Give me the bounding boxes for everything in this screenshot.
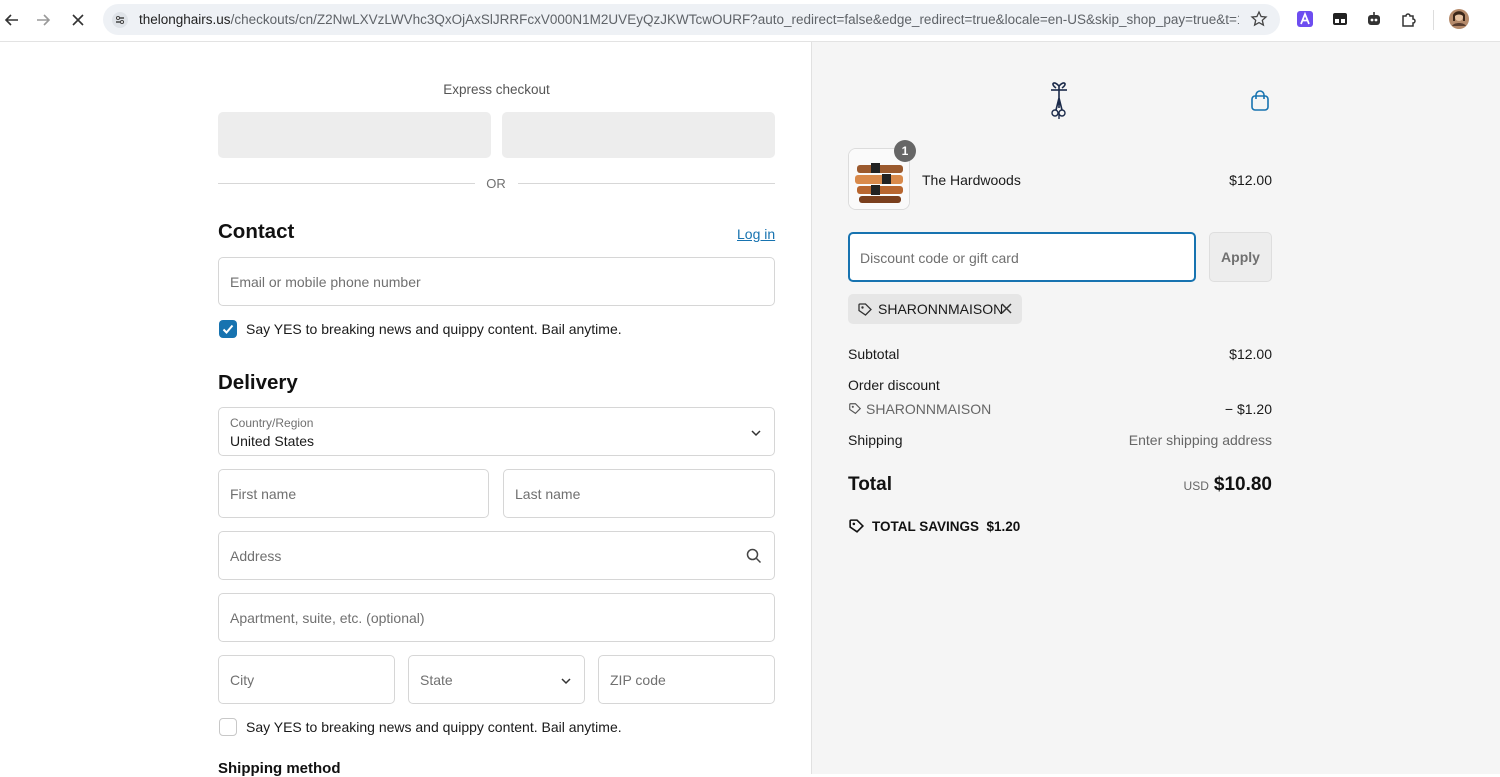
product-price: $12.00	[1229, 172, 1272, 188]
shopping-bag-icon[interactable]	[1250, 90, 1270, 117]
forward-icon[interactable]	[31, 8, 55, 32]
savings-label: TOTAL SAVINGS	[872, 519, 980, 534]
total-value: $10.80	[1213, 474, 1272, 495]
checkout-form-column: Express checkout OR Contact Log in Email…	[0, 42, 811, 777]
profile-avatar[interactable]	[1449, 9, 1469, 29]
applied-discount-chip: SHARONNMAISON	[848, 294, 1022, 324]
apartment-placeholder: Apartment, suite, etc. (optional)	[230, 610, 425, 626]
discount-code-input[interactable]: Discount code or gift card	[848, 232, 1196, 282]
country-select[interactable]: Country/Region United States	[218, 407, 775, 456]
newsletter-checkbox[interactable]	[219, 320, 237, 338]
stop-loading-icon[interactable]	[66, 8, 90, 32]
total-currency: USD	[1183, 479, 1209, 493]
applied-discount-code: SHARONNMAISON	[878, 301, 1004, 317]
address-bar[interactable]: thelonghairs.us/checkouts/cn/Z2NwLXVzLWV…	[103, 4, 1280, 35]
extension-card-icon[interactable]	[1330, 9, 1350, 29]
remove-discount-icon[interactable]	[1000, 302, 1013, 320]
savings-tag-icon	[848, 518, 865, 538]
first-name-field[interactable]: First name	[218, 469, 489, 518]
state-select[interactable]: State	[408, 655, 585, 704]
browser-toolbar: thelonghairs.us/checkouts/cn/Z2NwLXVzLWV…	[0, 0, 1500, 42]
chevron-down-icon	[560, 674, 572, 692]
or-divider-label: OR	[486, 176, 506, 191]
order-summary-column: 1 The Hardwoods $12.00 Discount code or …	[811, 42, 1500, 774]
city-placeholder: City	[230, 672, 255, 688]
express-checkout-title: Express checkout	[443, 82, 550, 97]
shipping-value: Enter shipping address	[1128, 432, 1272, 448]
product-name: The Hardwoods	[922, 172, 1021, 188]
login-link[interactable]: Log in	[737, 226, 775, 242]
contact-heading: Contact	[218, 220, 295, 243]
tag-icon	[857, 302, 873, 323]
email-placeholder: Email or mobile phone number	[230, 274, 421, 290]
search-icon	[746, 548, 762, 569]
shipping-label: Shipping	[848, 432, 903, 448]
discount-code-label: SHARONNMAISON	[866, 401, 992, 417]
newsletter-checkbox-row[interactable]: Say YES to breaking news and quippy cont…	[218, 319, 622, 339]
subtotal-value: $12.00	[1229, 346, 1272, 362]
zip-field[interactable]: ZIP code	[598, 655, 775, 704]
state-placeholder: State	[420, 672, 453, 688]
address-placeholder: Address	[230, 548, 282, 564]
express-pay-button-1[interactable]	[218, 112, 491, 158]
savings-value: $1.20	[986, 519, 1021, 534]
delivery-heading: Delivery	[218, 371, 298, 394]
address-field[interactable]: Address	[218, 531, 775, 580]
back-icon[interactable]	[0, 8, 24, 32]
extension-robot-icon[interactable]	[1364, 9, 1384, 29]
quantity-badge: 1	[894, 140, 916, 162]
newsletter-label: Say YES to breaking news and quippy cont…	[246, 321, 622, 337]
order-discount-label: Order discount	[848, 377, 940, 393]
checkmark-icon	[222, 324, 234, 334]
last-name-placeholder: Last name	[515, 486, 581, 502]
last-name-field[interactable]: Last name	[503, 469, 775, 518]
tag-icon	[849, 403, 862, 415]
sms-checkbox[interactable]	[219, 718, 237, 736]
store-logo[interactable]	[1048, 80, 1070, 127]
apartment-field[interactable]: Apartment, suite, etc. (optional)	[218, 593, 775, 642]
express-pay-button-2[interactable]	[502, 112, 775, 158]
discount-row: SHARONNMAISON	[848, 401, 991, 417]
divider-right	[518, 183, 775, 184]
discount-placeholder: Discount code or gift card	[860, 250, 1019, 266]
zip-placeholder: ZIP code	[610, 672, 666, 688]
site-settings-icon[interactable]	[111, 11, 129, 29]
extensions-puzzle-icon[interactable]	[1399, 9, 1419, 29]
sms-label: Say YES to breaking news and quippy cont…	[246, 719, 622, 735]
subtotal-label: Subtotal	[848, 346, 900, 362]
apply-discount-button[interactable]: Apply	[1209, 232, 1272, 282]
total-label: Total	[848, 474, 892, 495]
email-field[interactable]: Email or mobile phone number	[218, 257, 775, 306]
country-value: United States	[230, 433, 315, 449]
toolbar-divider	[1433, 10, 1434, 30]
city-field[interactable]: City	[218, 655, 395, 704]
url-text: thelonghairs.us/checkouts/cn/Z2NwLXVzLWV…	[139, 12, 1239, 27]
shipping-method-heading: Shipping method	[218, 760, 341, 777]
chevron-down-icon	[750, 426, 762, 444]
first-name-placeholder: First name	[230, 486, 297, 502]
country-label: Country/Region	[230, 416, 314, 430]
divider-left	[218, 183, 475, 184]
extension-a-icon[interactable]	[1295, 9, 1315, 29]
discount-value: − $1.20	[1224, 401, 1272, 417]
sms-checkbox-row[interactable]: Say YES to breaking news and quippy cont…	[218, 717, 622, 737]
bookmark-star-icon[interactable]	[1250, 10, 1268, 33]
total-amount: USD $10.80	[1072, 474, 1272, 496]
